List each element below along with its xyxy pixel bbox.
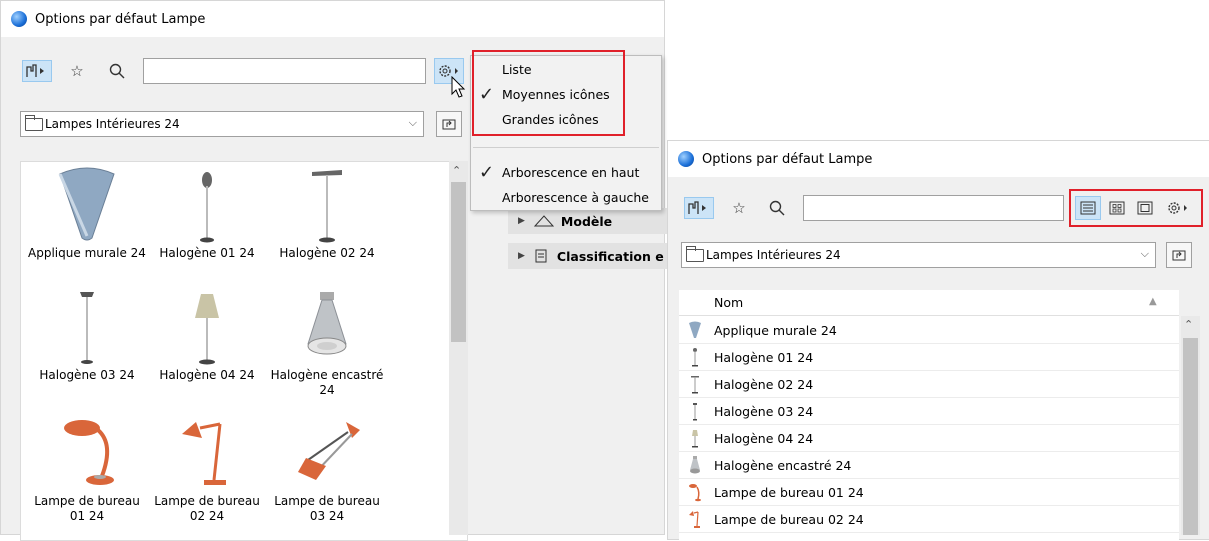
left-titlebar: Options par défaut Lampe <box>1 1 664 37</box>
table-row[interactable]: Halogène encastré 24 <box>679 452 1179 479</box>
list-item[interactable]: Halogène 03 24 <box>27 288 147 383</box>
folder-icon <box>25 114 43 131</box>
row-label: Lampe de bureau 01 24 <box>714 484 864 500</box>
highlight-box-menu <box>472 50 625 136</box>
item-label: Applique murale 24 <box>28 246 146 260</box>
item-label: Halogène 02 24 <box>279 246 375 260</box>
list-item[interactable]: Halogène 02 24 <box>267 166 387 261</box>
item-label: Lampe de bureau 02 24 <box>154 494 260 523</box>
left-scrollbar-thumb[interactable] <box>451 182 466 342</box>
right-folder-up-button[interactable] <box>1166 242 1192 268</box>
app-logo-icon <box>11 11 27 27</box>
left-search-input[interactable] <box>143 58 426 84</box>
right-title: Options par défaut Lampe <box>702 151 873 167</box>
search-icon[interactable] <box>106 60 128 82</box>
mouse-cursor-icon <box>451 76 466 98</box>
list-item[interactable]: Applique murale 24 <box>27 166 147 261</box>
table-row[interactable]: Applique murale 24 <box>679 317 1179 344</box>
sort-arrow-icon: ▲ <box>1149 296 1157 307</box>
item-label: Halogène encastré 24 <box>270 368 384 397</box>
object-type-icon[interactable] <box>684 197 714 219</box>
table-row[interactable]: Halogène 01 24 <box>679 344 1179 371</box>
tree-row-model[interactable]: ▶ Modèle <box>508 208 668 234</box>
tree-label: Classification e <box>556 248 664 264</box>
left-folder-select[interactable]: Lampes Intérieures 24 ⌵ <box>20 111 424 137</box>
table-row[interactable]: Halogène 03 24 <box>679 398 1179 425</box>
checkmark-icon: ✓ <box>479 162 495 183</box>
left-folder-label: Lampes Intérieures 24 <box>45 117 180 131</box>
row-label: Lampe de bureau 02 24 <box>714 511 864 527</box>
model-icon <box>533 215 555 227</box>
expand-arrow-icon[interactable]: ▶ <box>518 216 525 226</box>
chevron-down-icon: ⌵ <box>1140 247 1149 260</box>
list-item[interactable]: Lampe de bureau 03 24 <box>267 414 387 524</box>
table-row[interactable]: Lampe de bureau 01 24 <box>679 479 1179 506</box>
folder-icon <box>686 245 704 262</box>
left-icon-grid: Applique murale 24 Halogène 01 24 Halogè… <box>20 161 468 541</box>
list-item[interactable]: Halogène 04 24 <box>147 288 267 383</box>
favorites-star-icon[interactable]: ☆ <box>66 60 88 82</box>
document-icon <box>535 249 547 263</box>
tree-row-classification[interactable]: ▶ Classification e <box>508 243 668 269</box>
row-label: Applique murale 24 <box>714 322 837 338</box>
object-type-icon[interactable] <box>22 60 52 82</box>
menu-separator <box>473 147 659 148</box>
expand-arrow-icon[interactable]: ▶ <box>518 251 525 261</box>
row-label: Halogène 02 24 <box>714 376 814 392</box>
item-label: Lampe de bureau 01 24 <box>34 494 140 523</box>
lamp-thumbnail-icon <box>689 484 701 502</box>
row-label: Halogène 03 24 <box>714 403 814 419</box>
right-search-input[interactable] <box>803 195 1064 221</box>
item-label: Halogène 01 24 <box>159 246 255 260</box>
tree-label: Modèle <box>560 213 613 229</box>
lamp-thumbnail-icon <box>693 403 697 421</box>
favorites-star-icon[interactable]: ☆ <box>728 197 750 219</box>
row-label: Halogène 04 24 <box>714 430 814 446</box>
scroll-up-icon[interactable]: ⌃ <box>452 164 461 177</box>
left-title: Options par défaut Lampe <box>35 11 206 27</box>
right-list-view: Nom ▲ Applique murale 24 Halogène 01 24 … <box>679 290 1179 540</box>
table-row[interactable]: Halogène 02 24 <box>679 371 1179 398</box>
app-logo-icon <box>678 151 694 167</box>
list-item[interactable]: Halogène encastré 24 <box>267 288 387 398</box>
lamp-thumbnail-icon <box>691 376 699 394</box>
menu-item-arborescence-gauche[interactable]: Arborescence à gauche <box>471 186 661 210</box>
item-label: Lampe de bureau 03 24 <box>274 494 380 523</box>
list-item[interactable]: Halogène 01 24 <box>147 166 267 261</box>
row-label: Halogène 01 24 <box>714 349 814 365</box>
table-row[interactable]: Lampe de bureau 02 24 <box>679 506 1179 533</box>
right-titlebar: Options par défaut Lampe <box>668 141 1209 177</box>
left-folder-up-button[interactable] <box>436 111 462 137</box>
item-label: Halogène 03 24 <box>39 368 135 382</box>
chevron-down-icon: ⌵ <box>408 116 417 129</box>
right-folder-select[interactable]: Lampes Intérieures 24 ⌵ <box>681 242 1156 268</box>
list-item[interactable]: Lampe de bureau 01 24 <box>27 414 147 524</box>
column-header-name: Nom <box>714 295 744 310</box>
search-icon[interactable] <box>766 197 788 219</box>
lamp-thumbnail-icon <box>692 430 698 448</box>
lamp-thumbnail-icon <box>689 321 701 338</box>
menu-item-arborescence-haut[interactable]: ✓ Arborescence en haut <box>471 161 661 185</box>
menu-item-label: Arborescence en haut <box>502 165 640 180</box>
lamp-thumbnail-icon <box>692 348 698 367</box>
lamp-thumbnail-icon <box>690 456 700 474</box>
scroll-up-icon[interactable]: ⌃ <box>1184 318 1193 331</box>
list-item[interactable]: Lampe de bureau 02 24 <box>147 414 267 524</box>
list-column-header[interactable]: Nom ▲ <box>679 290 1179 316</box>
row-label: Halogène encastré 24 <box>714 457 852 473</box>
highlight-box-view-buttons <box>1069 189 1203 227</box>
right-folder-label: Lampes Intérieures 24 <box>706 248 841 262</box>
right-scrollbar-thumb[interactable] <box>1183 338 1198 535</box>
item-label: Halogène 04 24 <box>159 368 255 382</box>
lamp-thumbnail-icon <box>689 511 700 528</box>
table-row[interactable]: Halogène 04 24 <box>679 425 1179 452</box>
menu-item-label: Arborescence à gauche <box>502 190 649 205</box>
